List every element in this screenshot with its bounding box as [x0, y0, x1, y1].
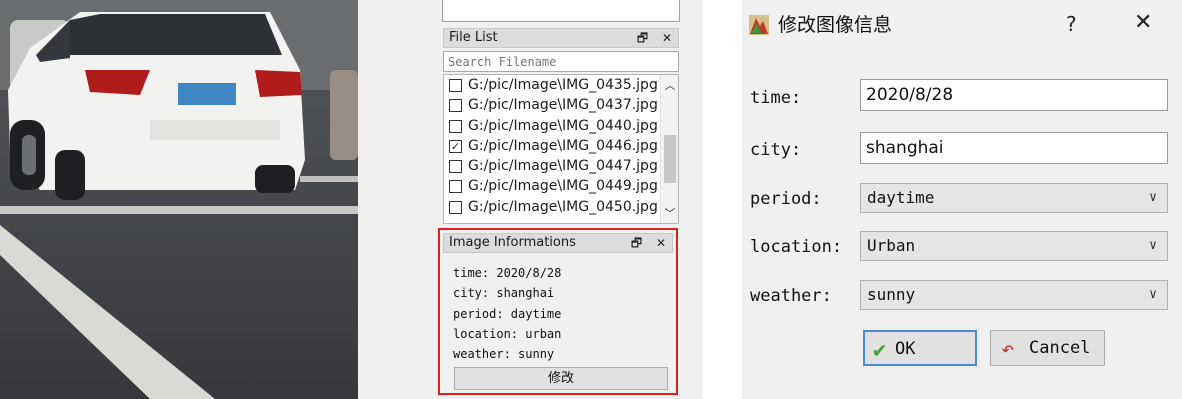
file-name: G:/pic/Image\IMG_0449.jpg [468, 178, 658, 195]
weather-select[interactable]: sunny ∨ [860, 280, 1168, 310]
image-info-panel: Image Informations 🗗 ✕ time: 2020/8/28 c… [438, 228, 678, 395]
file-row[interactable]: G:/pic/Image\IMG_0437.jpg [444, 95, 678, 115]
ok-label: OK [895, 339, 916, 359]
file-checkbox[interactable] [449, 160, 462, 174]
file-row[interactable]: ✓ G:/pic/Image\IMG_0446.jpg [444, 136, 678, 156]
undo-arrow-icon: ↶ [1001, 337, 1015, 362]
file-list-title: File List [449, 30, 498, 45]
time-label: time: [750, 88, 802, 108]
scroll-up-icon[interactable]: ︿ [661, 77, 678, 93]
file-name: G:/pic/Image\IMG_0447.jpg [468, 158, 658, 175]
file-checkbox[interactable] [449, 119, 462, 133]
image-info-dock-header: Image Informations 🗗 ✕ [443, 233, 673, 253]
city-label: city: [750, 140, 802, 160]
edit-image-info-dialog: 修改图像信息 ? ✕ time: city: period: daytime ∨… [742, 0, 1182, 399]
ok-button[interactable]: ✔ OK [863, 330, 977, 366]
file-row[interactable]: G:/pic/Image\IMG_0449.jpg [444, 176, 678, 196]
file-list: G:/pic/Image\IMG_0435.jpg G:/pic/Image\I… [443, 74, 679, 224]
file-name: G:/pic/Image\IMG_0437.jpg [468, 97, 658, 114]
top-preview-box [442, 0, 680, 22]
info-city: city: shanghai [453, 286, 555, 301]
info-period: period: daytime [453, 306, 562, 321]
chevron-down-icon: ∨ [1149, 190, 1157, 205]
car-photo [0, 0, 358, 399]
file-row[interactable]: G:/pic/Image\IMG_0435.jpg [444, 75, 678, 95]
location-label: location: [750, 237, 843, 257]
float-window-icon[interactable]: 🗗 [631, 234, 642, 252]
search-filename-input[interactable] [443, 51, 679, 72]
modify-button[interactable]: 修改 [454, 367, 668, 390]
app-image-icon [749, 15, 769, 35]
file-list-scrollbar[interactable]: ︿ ﹀ [660, 75, 678, 223]
file-checkbox[interactable] [449, 180, 462, 194]
photo-panel [0, 0, 358, 399]
period-label: period: [750, 189, 822, 209]
location-value: Urban [867, 236, 916, 255]
file-row[interactable]: G:/pic/Image\IMG_0450.jpg [444, 197, 678, 217]
chevron-down-icon: ∨ [1149, 287, 1157, 302]
file-name: G:/pic/Image\IMG_0440.jpg [468, 117, 658, 134]
file-row[interactable]: G:/pic/Image\IMG_0447.jpg [444, 156, 678, 176]
file-name: G:/pic/Image\IMG_0446.jpg [468, 137, 658, 154]
city-input[interactable] [860, 132, 1168, 164]
location-select[interactable]: Urban ∨ [860, 231, 1168, 261]
cancel-button[interactable]: ↶ Cancel [990, 330, 1105, 366]
info-weather: weather: sunny [453, 347, 555, 362]
file-checkbox[interactable] [449, 99, 462, 113]
file-checkbox[interactable] [449, 200, 462, 214]
file-name: G:/pic/Image\IMG_0435.jpg [468, 77, 658, 93]
file-name: G:/pic/Image\IMG_0450.jpg [468, 198, 658, 215]
file-checkbox-checked[interactable]: ✓ [449, 139, 462, 153]
scrollbar-thumb[interactable] [664, 135, 676, 183]
image-info-lines: time: 2020/8/28 city: shanghai period: d… [453, 263, 561, 364]
close-icon[interactable]: ✕ [662, 29, 672, 47]
info-time: time: 2020/8/28 [453, 266, 562, 280]
dialog-title: 修改图像信息 [778, 14, 893, 36]
period-select[interactable]: daytime ∨ [860, 183, 1168, 213]
weather-label: weather: [750, 286, 832, 306]
time-input[interactable] [860, 79, 1168, 111]
scroll-down-icon[interactable]: ﹀ [661, 205, 678, 221]
help-button[interactable]: ? [1066, 12, 1077, 36]
cancel-label: Cancel [1029, 338, 1091, 358]
checkmark-icon: ✔ [873, 338, 887, 363]
float-window-icon[interactable]: 🗗 [637, 29, 648, 47]
dialog-close-button[interactable]: ✕ [1134, 10, 1152, 35]
file-list-dock-header: File List 🗗 ✕ [443, 28, 679, 48]
chevron-down-icon: ∨ [1149, 238, 1157, 253]
file-checkbox[interactable] [449, 79, 462, 92]
close-icon[interactable]: ✕ [656, 234, 666, 252]
app-panel: File List 🗗 ✕ G:/pic/Image\IMG_0435.jpg … [358, 0, 703, 399]
weather-value: sunny [867, 285, 916, 304]
period-value: daytime [867, 188, 935, 207]
info-location: location: urban [453, 326, 562, 341]
file-row[interactable]: G:/pic/Image\IMG_0440.jpg [444, 116, 678, 136]
image-info-title: Image Informations [449, 235, 576, 250]
